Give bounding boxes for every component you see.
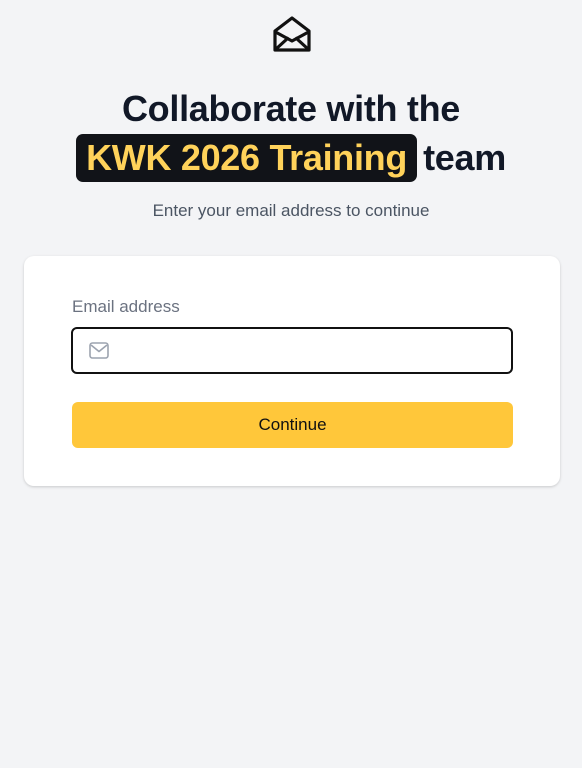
email-label: Email address [72,297,180,316]
envelope-open-icon [273,16,311,52]
login-card: Email address Continue [24,256,560,486]
email-field-wrapper[interactable] [71,327,513,374]
login-page: Collaborate with the KWK 2026 Training te… [0,0,582,768]
page-title: Collaborate with the KWK 2026 Training te… [0,86,582,182]
title-line-2: KWK 2026 Training team [0,134,582,182]
mail-icon [89,342,109,359]
page-subtitle: Enter your email address to continue [152,201,430,220]
continue-button[interactable]: Continue [72,402,513,448]
title-suffix: team [423,137,506,178]
title-line-1: Collaborate with the [121,88,461,129]
title-highlight: KWK 2026 Training [76,134,418,182]
email-input[interactable] [123,329,503,372]
